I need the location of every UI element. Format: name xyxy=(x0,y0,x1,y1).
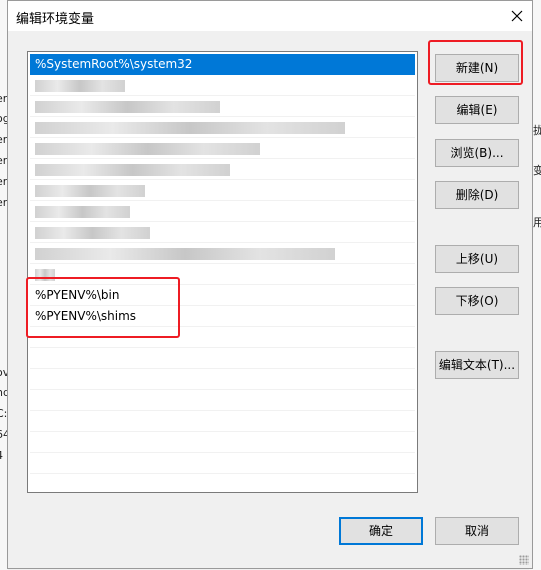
title-bar[interactable]: 编辑环境变量 xyxy=(8,1,532,31)
bg-fragment: 用 xyxy=(533,216,541,229)
list-item[interactable] xyxy=(30,180,415,201)
redacted-text xyxy=(35,121,345,134)
empty-row xyxy=(30,411,415,432)
cancel-button[interactable]: 取消 xyxy=(435,517,519,545)
bg-fragment: 变 xyxy=(533,164,541,177)
bg-fragment: 拢 xyxy=(533,124,541,137)
edit-text-button-label: 编辑文本(T)... xyxy=(438,358,516,372)
redacted-text xyxy=(35,226,150,239)
empty-row xyxy=(30,369,415,390)
redacted-text xyxy=(35,184,145,197)
edit-button[interactable]: 编辑(E) xyxy=(435,96,519,124)
list-item[interactable] xyxy=(30,222,415,243)
resize-grip[interactable] xyxy=(519,555,529,565)
list-item-text: %SystemRoot%\system32 xyxy=(35,57,193,71)
ok-button-label: 确定 xyxy=(368,524,393,538)
redacted-text xyxy=(35,163,230,176)
list-item[interactable] xyxy=(30,75,415,96)
list-item[interactable]: %SystemRoot%\system32 xyxy=(30,54,415,75)
redacted-text xyxy=(35,205,130,218)
list-item[interactable] xyxy=(30,96,415,117)
close-icon xyxy=(511,10,523,22)
redacted-text xyxy=(35,142,260,155)
list-item[interactable] xyxy=(30,138,415,159)
move-down-button[interactable]: 下移(O) xyxy=(435,287,519,315)
move-down-button-label: 下移(O) xyxy=(455,294,499,308)
empty-row xyxy=(30,453,415,474)
dialog-title: 编辑环境变量 xyxy=(16,12,95,27)
empty-row xyxy=(30,390,415,411)
annotation-highlight-pyenv-entries xyxy=(26,277,180,338)
delete-button-label: 删除(D) xyxy=(455,188,499,202)
edit-text-button[interactable]: 编辑文本(T)... xyxy=(435,351,519,379)
browse-button-label: 浏览(B)... xyxy=(450,146,504,160)
empty-row xyxy=(30,348,415,369)
empty-row xyxy=(30,432,415,453)
close-button[interactable] xyxy=(502,1,532,31)
redacted-text xyxy=(35,100,220,113)
list-item[interactable] xyxy=(30,243,415,264)
ok-button[interactable]: 确定 xyxy=(339,517,423,545)
edit-button-label: 编辑(E) xyxy=(456,103,498,117)
move-up-button-label: 上移(U) xyxy=(455,252,499,266)
cancel-button-label: 取消 xyxy=(464,524,489,538)
redacted-text xyxy=(35,247,335,260)
path-list[interactable]: %SystemRoot%\system32 %PYENV%\bin %PYENV… xyxy=(27,51,418,493)
list-item[interactable] xyxy=(30,201,415,222)
annotation-highlight-new-button xyxy=(428,40,523,85)
redacted-text xyxy=(35,79,125,92)
delete-button[interactable]: 删除(D) xyxy=(435,181,519,209)
move-up-button[interactable]: 上移(U) xyxy=(435,245,519,273)
bg-fragment: 4 xyxy=(0,449,3,462)
list-item[interactable] xyxy=(30,159,415,180)
list-item[interactable] xyxy=(30,117,415,138)
browse-button[interactable]: 浏览(B)... xyxy=(435,139,519,167)
edit-env-var-dialog: 编辑环境变量 %SystemRoot%\system32 %PYENV%\bin… xyxy=(7,0,533,569)
